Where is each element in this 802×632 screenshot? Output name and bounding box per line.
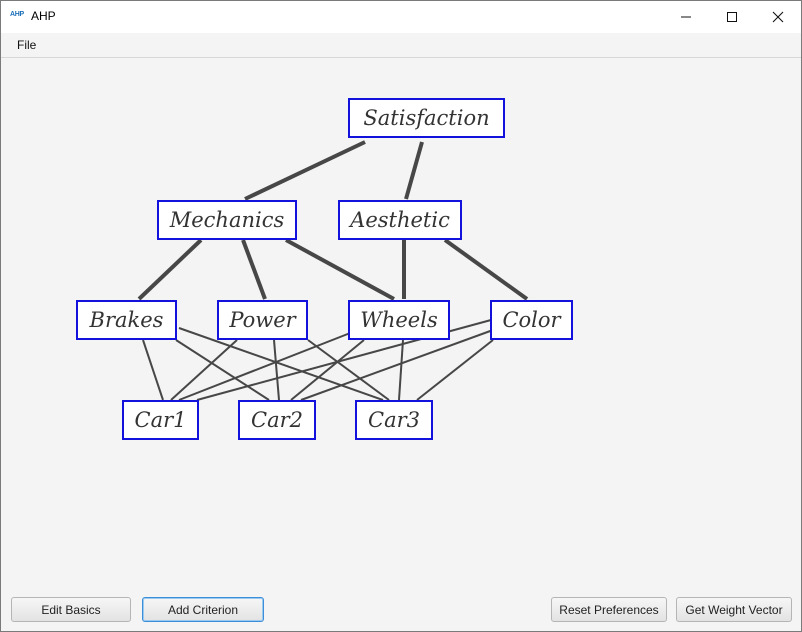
node-subcriterion-wheels[interactable]: Wheels [348,300,450,340]
get-weight-vector-button[interactable]: Get Weight Vector [676,597,792,622]
menu-file[interactable]: File [17,38,36,52]
minimize-button[interactable] [663,1,709,33]
edge-color-car3 [416,339,494,401]
node-alternative-car1[interactable]: Car1 [122,400,199,440]
edge-mechanics-brakes [137,238,203,301]
node-goal[interactable]: Satisfaction [348,98,505,138]
close-icon [772,11,784,23]
edge-aesthetic-color [443,238,529,301]
edge-goal-aesthetic [404,141,424,200]
minimize-icon [681,16,691,18]
edge-power-car3 [307,339,390,401]
maximize-button[interactable] [709,1,755,33]
reset-preferences-button[interactable]: Reset Preferences [551,597,667,622]
edge-wheels-car3 [398,339,404,401]
app-icon: AHP [10,11,24,18]
edge-power-car2 [273,339,280,401]
node-subcriterion-color[interactable]: Color [490,300,573,340]
edge-mechanics-power [241,239,267,300]
edge-mechanics-wheels [285,238,395,301]
node-subcriterion-brakes[interactable]: Brakes [76,300,177,340]
edit-basics-button[interactable]: Edit Basics [11,597,131,622]
menu-bar: File [1,33,801,58]
node-alternative-car3[interactable]: Car3 [355,400,433,440]
node-subcriterion-power[interactable]: Power [217,300,308,340]
edge-goal-mechanics [244,140,366,201]
node-criterion-aesthetic[interactable]: Aesthetic [338,200,462,240]
window-title: AHP [31,9,56,23]
hierarchy-canvas: Satisfaction Mechanics Aesthetic Brakes … [1,58,801,578]
add-criterion-button[interactable]: Add Criterion [142,597,264,622]
title-bar[interactable]: AHP AHP [1,1,801,33]
close-button[interactable] [755,1,801,33]
app-window: AHP AHP File Satisfaction Mechanics Aest… [0,0,802,632]
maximize-icon [727,12,737,22]
node-alternative-car2[interactable]: Car2 [238,400,316,440]
edge-brakes-car1 [142,339,164,401]
node-criterion-mechanics[interactable]: Mechanics [157,200,297,240]
